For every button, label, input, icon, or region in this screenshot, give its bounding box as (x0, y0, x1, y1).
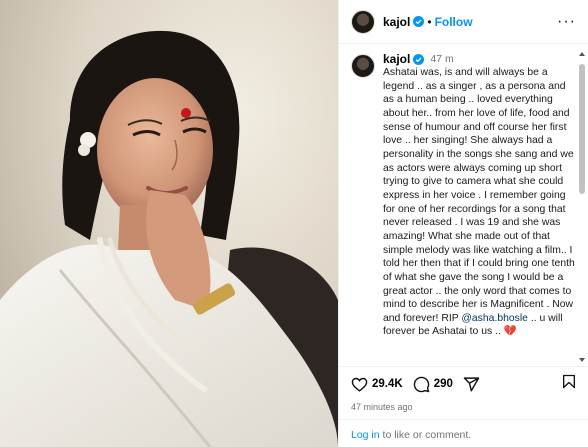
caption-header: kajol 47 m (383, 52, 575, 66)
separator-dot: • (427, 14, 432, 29)
scrollbar-thumb[interactable] (579, 64, 585, 194)
portrait-image (0, 0, 338, 447)
author-avatar[interactable] (351, 9, 375, 34)
share-button[interactable] (463, 376, 480, 393)
share-icon (463, 376, 480, 391)
action-row: 29.4K 290 (351, 373, 577, 395)
login-prompt: Log in to like or comment. (339, 419, 588, 447)
save-button[interactable] (561, 373, 577, 395)
heart-icon (351, 377, 368, 392)
scroll-up-arrow-icon[interactable] (579, 52, 585, 56)
posted-time: 47 minutes ago (351, 402, 413, 412)
instagram-post: kajol • Follow ··· kajol 47 m Ashatai wa… (0, 0, 588, 447)
post-actions: 29.4K 290 47 minutes ago (339, 366, 588, 412)
caption-avatar[interactable] (351, 54, 375, 78)
broken-heart-emoji: 💔 (503, 326, 517, 338)
bookmark-icon (563, 374, 575, 389)
caption-text-main: Ashatai was, is and will always be a leg… (383, 67, 575, 324)
login-link[interactable]: Log in (351, 429, 380, 441)
post-header: kajol • Follow ··· (339, 0, 588, 44)
follow-button[interactable]: Follow (435, 15, 473, 29)
post-photo[interactable] (0, 0, 338, 447)
caption-comment: kajol 47 m Ashatai was, is and will alwa… (339, 48, 588, 339)
caption-body: kajol 47 m Ashatai was, is and will alwa… (383, 52, 575, 339)
caption-verified-badge-icon (413, 53, 425, 65)
comment-button[interactable]: 290 (413, 376, 453, 393)
caption-scroll-area[interactable]: kajol 47 m Ashatai was, is and will alwa… (339, 48, 588, 364)
caption-username[interactable]: kajol (383, 52, 410, 66)
post-side-panel: kajol • Follow ··· kajol 47 m Ashatai wa… (338, 0, 588, 447)
like-button[interactable]: 29.4K (351, 376, 403, 393)
caption-scrollbar[interactable] (578, 44, 586, 366)
comment-icon (413, 376, 429, 392)
caption-text: Ashatai was, is and will always be a leg… (383, 66, 575, 339)
more-options-icon[interactable]: ··· (557, 13, 576, 31)
comments-count: 290 (433, 378, 453, 390)
verified-badge-icon (413, 16, 425, 27)
mention-link[interactable]: @asha.bhosle (461, 313, 528, 324)
likes-count: 29.4K (372, 378, 403, 390)
login-prompt-text: to like or comment. (379, 429, 472, 441)
caption-time: 47 m (430, 53, 454, 65)
author-username[interactable]: kajol (383, 15, 410, 29)
scroll-down-arrow-icon[interactable] (579, 358, 585, 362)
